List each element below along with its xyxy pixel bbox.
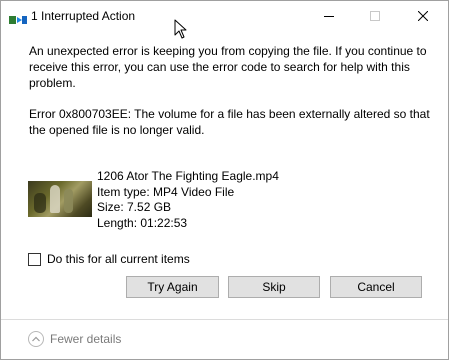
video-thumbnail [28,181,92,217]
chevron-up-icon[interactable] [28,331,44,347]
title-bar[interactable]: 1 Interrupted Action [1,1,448,31]
apply-all-label[interactable]: Do this for all current items [47,251,190,267]
mouse-cursor-icon [174,19,188,39]
file-details: 1206 Ator The Fighting Eagle.mp4 Item ty… [97,169,279,231]
maximize-button [352,1,398,31]
file-length: Length: 01:22:53 [97,215,188,230]
window-title: 1 Interrupted Action [31,9,136,23]
file-size: Size: 7.52 GB [97,200,172,214]
interrupted-action-dialog: 1 Interrupted Action An unexpected error… [0,0,449,360]
error-code-text: Error 0x800703EE: The volume for a file … [29,107,430,137]
file-name: 1206 Ator The Fighting Eagle.mp4 [97,169,279,183]
file-transfer-icon [9,12,27,24]
error-message: An unexpected error is keeping you from … [29,44,427,90]
cancel-button[interactable]: Cancel [330,276,422,298]
minimize-button[interactable] [306,1,352,31]
fewer-details-toggle[interactable]: Fewer details [28,330,121,348]
maximize-icon [370,11,380,21]
try-again-button[interactable]: Try Again [126,276,219,298]
apply-all-option[interactable]: Do this for all current items [28,251,190,267]
minimize-icon [324,16,334,17]
details-footer: Fewer details [1,319,448,359]
close-icon [418,11,428,21]
skip-button[interactable]: Skip [228,276,320,298]
close-button[interactable] [400,1,446,31]
apply-all-checkbox[interactable] [28,252,41,266]
file-type: Item type: MP4 Video File [97,184,235,199]
fewer-details-label[interactable]: Fewer details [50,332,121,346]
